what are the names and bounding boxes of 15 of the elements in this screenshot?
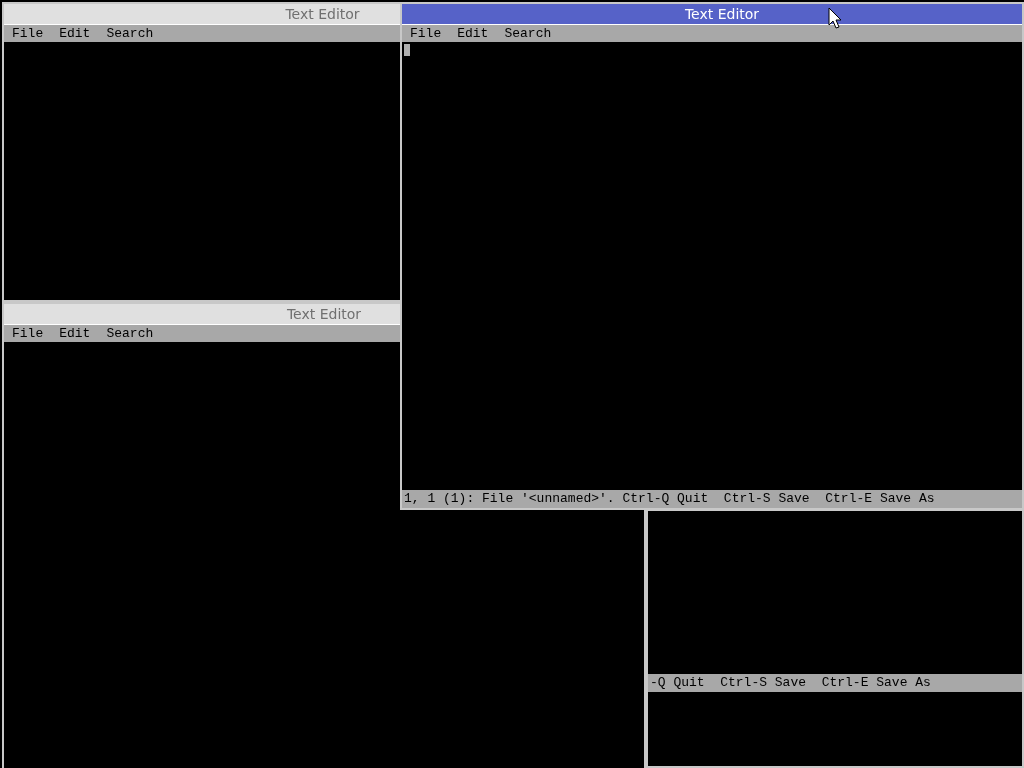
menu-item[interactable]: Search [106,323,154,344]
menu-item[interactable]: Edit [59,23,91,44]
menu-item[interactable]: Search [504,23,552,44]
window-title: Text Editor [684,4,760,24]
window-title: Text Editor [286,304,362,324]
menu-item[interactable]: Edit [59,323,91,344]
window-title: Text Editor [285,4,360,24]
menu-item[interactable]: Search [106,23,154,44]
menu-item[interactable]: Edit [457,23,489,44]
menu-item[interactable]: File [12,23,44,44]
text-cursor [404,44,410,56]
status-bar: 1, 1 (1): File '<unnamed>'. Ctrl-Q Quit Ctrl-S Save Ctrl-E Save As [402,490,1022,508]
menu-item[interactable]: File [12,323,44,344]
menu-item[interactable]: File [410,23,442,44]
status-bar: -Q Quit Ctrl-S Save Ctrl-E Save As [648,674,1022,692]
